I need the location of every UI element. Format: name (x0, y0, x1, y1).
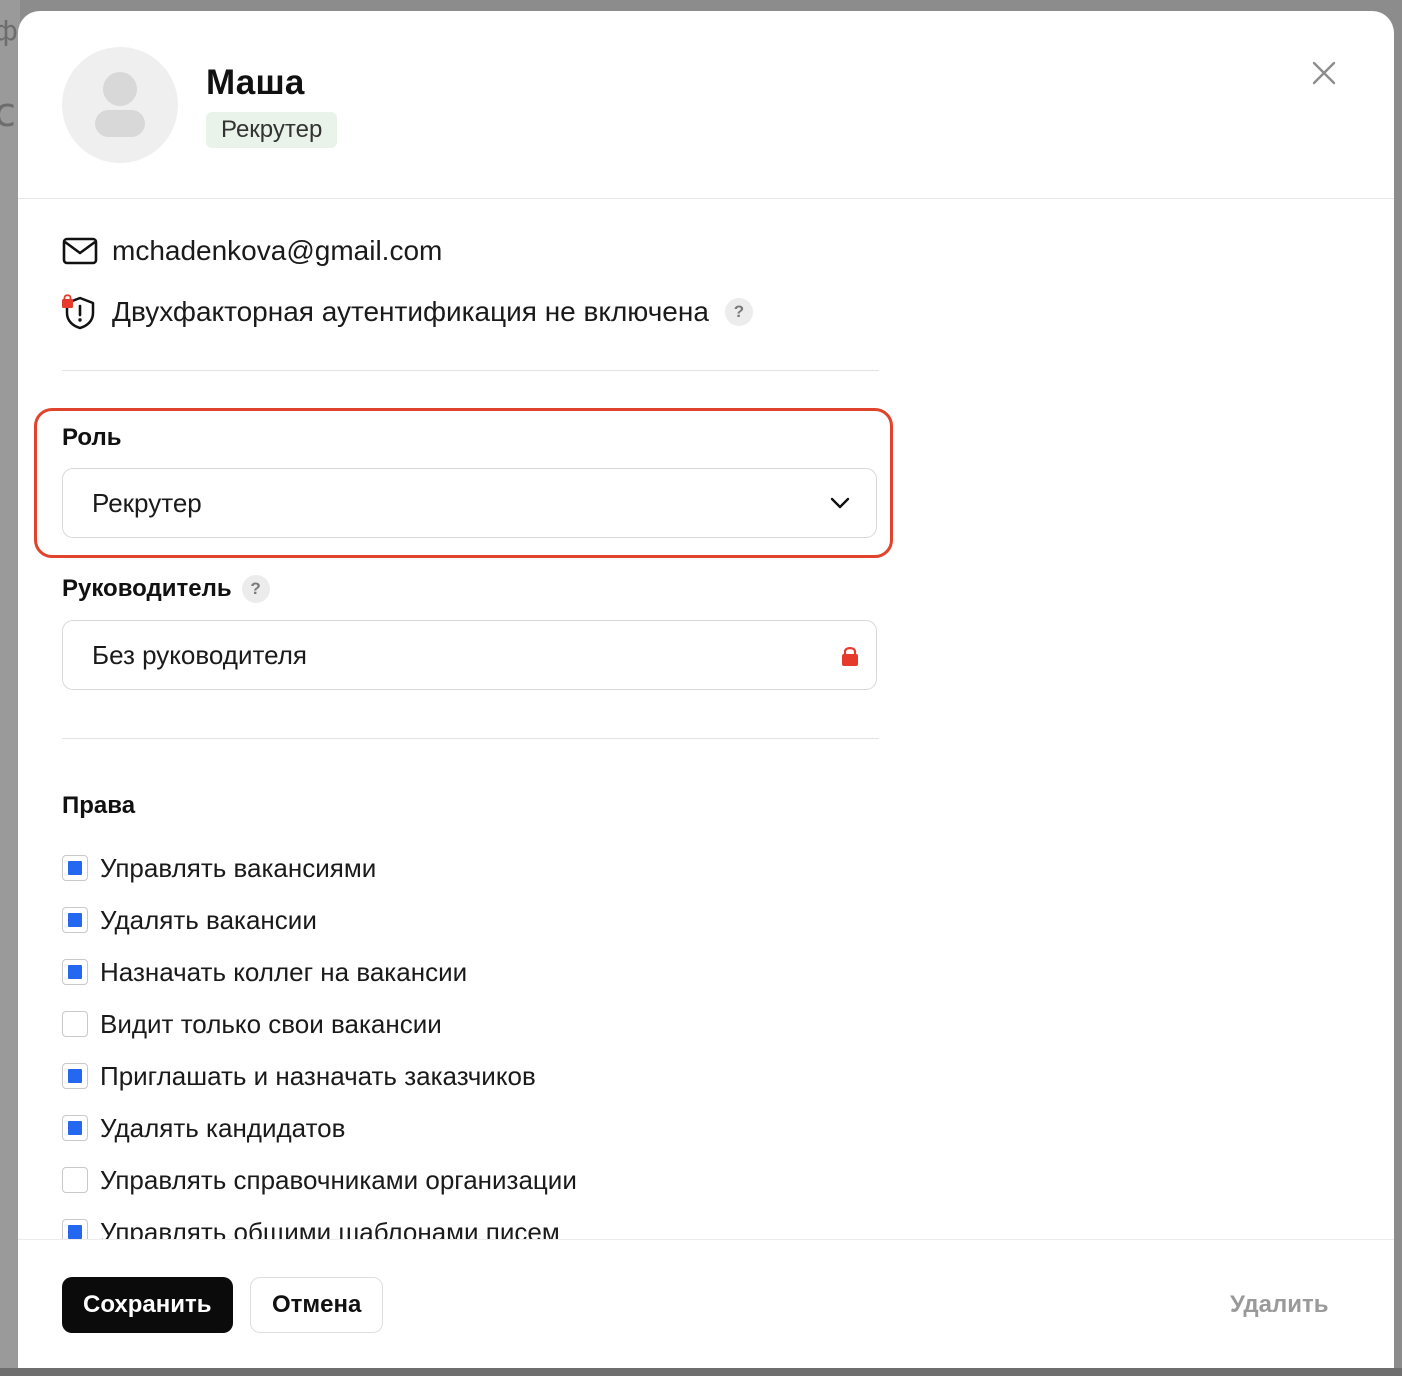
divider (62, 738, 879, 739)
permission-item[interactable]: Удалять вакансии (62, 894, 577, 946)
manager-select[interactable]: Без руководителя (62, 620, 877, 690)
permission-item[interactable]: Управлять вакансиями (62, 842, 577, 894)
role-badge: Рекрутер (206, 112, 338, 148)
lock-icon (842, 647, 858, 666)
checkbox-checked[interactable] (62, 959, 88, 985)
permission-label: Назначать коллег на вакансии (100, 956, 468, 987)
close-icon[interactable] (1308, 57, 1340, 89)
background-page: фл с (0, 0, 20, 1376)
permission-label: Удалять кандидатов (100, 1112, 346, 1143)
manager-select-value: Без руководителя (92, 639, 307, 670)
role-select[interactable]: Рекрутер (62, 468, 877, 538)
permission-item[interactable]: Приглашать и назначать заказчиков (62, 1050, 577, 1102)
permission-label: Управлять вакансиями (100, 852, 377, 883)
save-button[interactable]: Сохранить (62, 1277, 233, 1333)
permission-label: Приглашать и назначать заказчиков (100, 1060, 536, 1091)
permissions-title: Права (62, 792, 136, 819)
delete-button[interactable]: Удалить (1230, 1291, 1329, 1319)
checkbox-mark (68, 965, 82, 979)
checkbox-checked[interactable] (62, 1063, 88, 1089)
two-factor-help-icon[interactable]: ? (724, 298, 753, 326)
checkbox-mark (68, 1225, 82, 1239)
role-label: Роль (62, 424, 122, 451)
permission-item[interactable]: Управлять справочниками организации (62, 1154, 577, 1206)
close-button[interactable] (1308, 57, 1340, 89)
user-edit-modal: Маша Рекрутер mchadenkova@gmail.com Двух… (18, 11, 1394, 1368)
email-row: mchadenkova@gmail.com (62, 233, 442, 269)
checkbox-checked[interactable] (62, 1115, 88, 1141)
checkbox-mark (68, 1069, 82, 1083)
checkbox-mark (68, 861, 82, 875)
permission-item[interactable]: Видит только свои вакансии (62, 998, 577, 1050)
permission-label: Управлять справочниками организации (100, 1164, 577, 1195)
divider (62, 370, 879, 371)
modal-footer: Сохранить Отмена Удалить (18, 1239, 1394, 1368)
permission-label: Видит только свои вакансии (100, 1008, 442, 1039)
cancel-button[interactable]: Отмена (250, 1277, 384, 1333)
checkbox-unchecked[interactable] (62, 1167, 88, 1193)
background-strip (0, 1368, 1402, 1376)
permission-item[interactable]: Удалять кандидатов (62, 1102, 577, 1154)
checkbox-mark (68, 913, 82, 927)
two-factor-row: Двухфакторная аутентификация не включена… (62, 294, 753, 330)
checkbox-checked[interactable] (62, 907, 88, 933)
modal-header: Маша Рекрутер (18, 11, 1394, 199)
shield-warning-icon (62, 294, 98, 330)
user-placeholder-icon (95, 72, 145, 137)
email-text: mchadenkova@gmail.com (112, 235, 443, 266)
manager-label-text: Руководитель (62, 575, 232, 602)
avatar (62, 47, 178, 163)
two-factor-text: Двухфакторная аутентификация не включена (112, 296, 709, 327)
manager-help-icon[interactable]: ? (241, 575, 270, 603)
manager-label: Руководитель ? (62, 575, 270, 603)
checkbox-mark (68, 1121, 82, 1135)
mail-icon (62, 233, 98, 269)
user-name: Маша (206, 63, 305, 102)
permission-item[interactable]: Назначать коллег на вакансии (62, 946, 577, 998)
chevron-down-icon (830, 497, 850, 509)
permissions-list: Управлять вакансиями Удалять вакансии Назн… (62, 842, 577, 1258)
permission-label: Удалять вакансии (100, 904, 317, 935)
role-select-value: Рекрутер (92, 487, 202, 518)
checkbox-unchecked[interactable] (62, 1011, 88, 1037)
checkbox-checked[interactable] (62, 855, 88, 881)
